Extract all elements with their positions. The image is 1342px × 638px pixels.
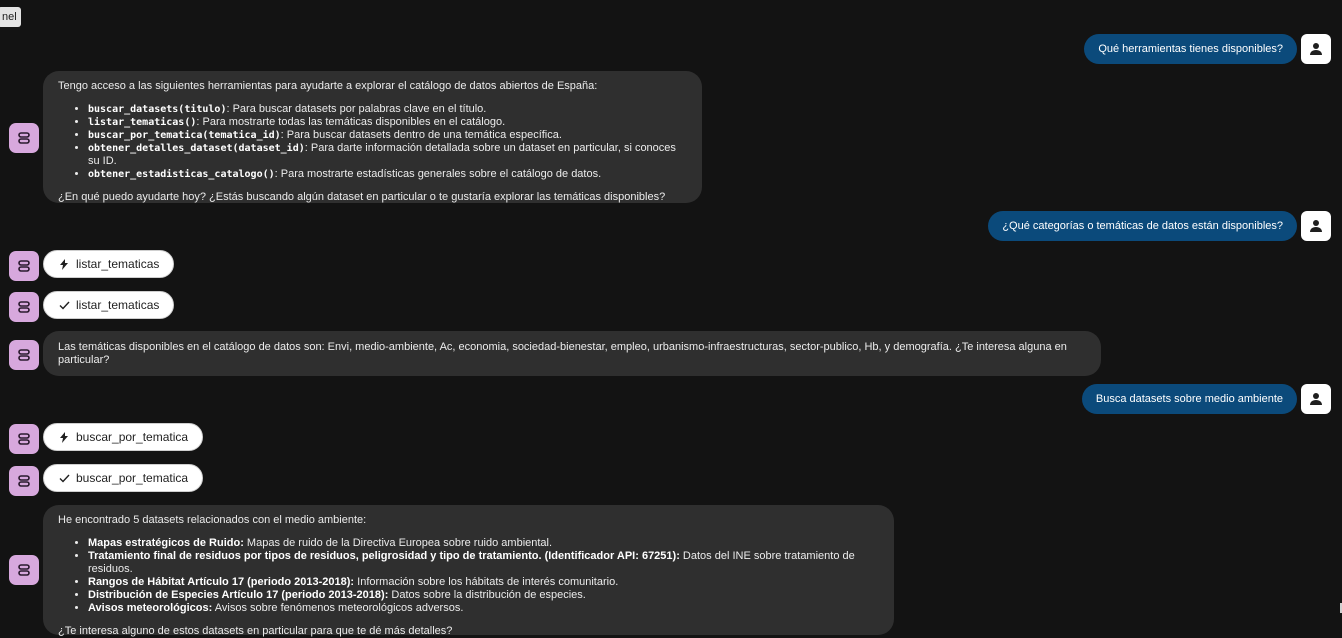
bot-message-outro: ¿En qué puedo ayudarte hoy? ¿Estás busca… bbox=[58, 191, 666, 203]
dataset-description: Mapas de ruido de la Directiva Europea s… bbox=[243, 537, 553, 549]
robot-icon bbox=[18, 349, 30, 361]
tool-name: obtener_detalles_dataset(dataset_id) bbox=[88, 143, 305, 154]
tool-description: : Para buscar datasets dentro de una tem… bbox=[280, 129, 562, 141]
tool-name: buscar_por_tematica(tematica_id) bbox=[88, 130, 281, 141]
dataset-description: Avisos sobre fenómenos meteorológicos ad… bbox=[212, 602, 464, 614]
tool-name: obtener_estadisticas_catalogo() bbox=[88, 169, 275, 180]
bot-avatar bbox=[9, 424, 39, 454]
tool-result-pill[interactable]: buscar_por_tematica bbox=[43, 464, 204, 492]
bot-message-text: Las temáticas disponibles en el catálogo… bbox=[58, 341, 1067, 366]
user-message-bubble: ¿Qué categorías o temáticas de datos est… bbox=[988, 211, 1297, 241]
tool-list-item: obtener_detalles_dataset(dataset_id): Pa… bbox=[88, 142, 687, 168]
dataset-description: Datos sobre la distribución de especies. bbox=[388, 589, 586, 601]
dataset-title: Avisos meteorológicos: bbox=[88, 602, 213, 614]
dataset-list-item: Avisos meteorológicos: Avisos sobre fenó… bbox=[88, 602, 879, 615]
bot-message-bubble: He encontrado 5 datasets relacionados co… bbox=[43, 505, 894, 637]
person-icon bbox=[1310, 393, 1322, 405]
bot-message-outro: ¿Te interesa alguno de estos datasets en… bbox=[58, 625, 453, 637]
lightning-bolt-icon bbox=[58, 258, 70, 270]
corner-chip[interactable]: nel bbox=[0, 7, 21, 27]
dataset-title: Mapas estratégicos de Ruido: bbox=[88, 537, 244, 549]
bot-avatar bbox=[9, 340, 39, 370]
tool-call-label: listar_tematicas bbox=[76, 257, 160, 271]
tool-call-pill[interactable]: buscar_por_tematica bbox=[43, 423, 204, 451]
bot-message-bubble: Tengo acceso a las siguientes herramient… bbox=[43, 71, 702, 203]
tool-call-label: buscar_por_tematica bbox=[76, 430, 189, 444]
person-icon bbox=[1310, 43, 1322, 55]
dataset-title: Tratamiento final de residuos por tipos … bbox=[88, 550, 680, 562]
person-icon bbox=[1310, 220, 1322, 232]
bot-message-intro: He encontrado 5 datasets relacionados co… bbox=[58, 514, 367, 526]
tool-result-pill[interactable]: listar_tematicas bbox=[43, 291, 175, 319]
datasets-list: Mapas estratégicos de Ruido: Mapas de ru… bbox=[58, 537, 879, 615]
bot-avatar bbox=[9, 292, 39, 322]
robot-icon bbox=[18, 301, 30, 313]
robot-icon bbox=[18, 433, 30, 445]
tool-list-item: buscar_datasets(titulo): Para buscar dat… bbox=[88, 103, 687, 116]
dataset-list-item: Distribución de Especies Artículo 17 (pe… bbox=[88, 589, 879, 602]
checkmark-icon bbox=[58, 301, 70, 310]
robot-icon bbox=[18, 132, 30, 144]
user-avatar bbox=[1301, 211, 1331, 241]
bot-avatar bbox=[9, 251, 39, 281]
tool-list-item: buscar_por_tematica(tematica_id): Para b… bbox=[88, 129, 687, 142]
tool-name: buscar_datasets(titulo) bbox=[88, 104, 227, 115]
user-avatar bbox=[1301, 384, 1331, 414]
robot-icon bbox=[18, 564, 30, 576]
tool-list-item: obtener_estadisticas_catalogo(): Para mo… bbox=[88, 168, 687, 181]
dataset-list-item: Rangos de Hábitat Artículo 17 (periodo 2… bbox=[88, 576, 879, 589]
tool-result-label: buscar_por_tematica bbox=[76, 471, 189, 485]
robot-icon bbox=[18, 260, 30, 272]
dataset-list-item: Tratamiento final de residuos por tipos … bbox=[88, 550, 879, 576]
bot-message-bubble: Las temáticas disponibles en el catálogo… bbox=[43, 331, 1101, 376]
dataset-title: Distribución de Especies Artículo 17 (pe… bbox=[88, 589, 389, 601]
robot-icon bbox=[18, 475, 30, 487]
tool-description: : Para mostrarte estadísticas generales … bbox=[274, 168, 602, 180]
tools-list: buscar_datasets(titulo): Para buscar dat… bbox=[58, 103, 687, 181]
tool-result-label: listar_tematicas bbox=[76, 298, 160, 312]
tool-description: : Para buscar datasets por palabras clav… bbox=[226, 103, 487, 115]
tool-list-item: listar_tematicas(): Para mostrarte todas… bbox=[88, 116, 687, 129]
tool-description: : Para mostrarte todas las temáticas dis… bbox=[196, 116, 506, 128]
dataset-title: Rangos de Hábitat Artículo 17 (periodo 2… bbox=[88, 576, 355, 588]
lightning-bolt-icon bbox=[58, 431, 70, 443]
bot-message-intro: Tengo acceso a las siguientes herramient… bbox=[58, 80, 598, 92]
tool-name: listar_tematicas() bbox=[88, 117, 197, 128]
checkmark-icon bbox=[58, 474, 70, 483]
bot-avatar bbox=[9, 466, 39, 496]
dataset-list-item: Mapas estratégicos de Ruido: Mapas de ru… bbox=[88, 537, 879, 550]
tool-call-pill[interactable]: listar_tematicas bbox=[43, 250, 175, 278]
dataset-description: Información sobre los hábitats de interé… bbox=[354, 576, 619, 588]
bot-avatar bbox=[9, 123, 39, 153]
user-message-bubble: Busca datasets sobre medio ambiente bbox=[1081, 384, 1297, 414]
user-avatar bbox=[1301, 34, 1331, 64]
bot-avatar bbox=[9, 555, 39, 585]
user-message-bubble: Qué herramientas tienes disponibles? bbox=[1084, 34, 1297, 64]
